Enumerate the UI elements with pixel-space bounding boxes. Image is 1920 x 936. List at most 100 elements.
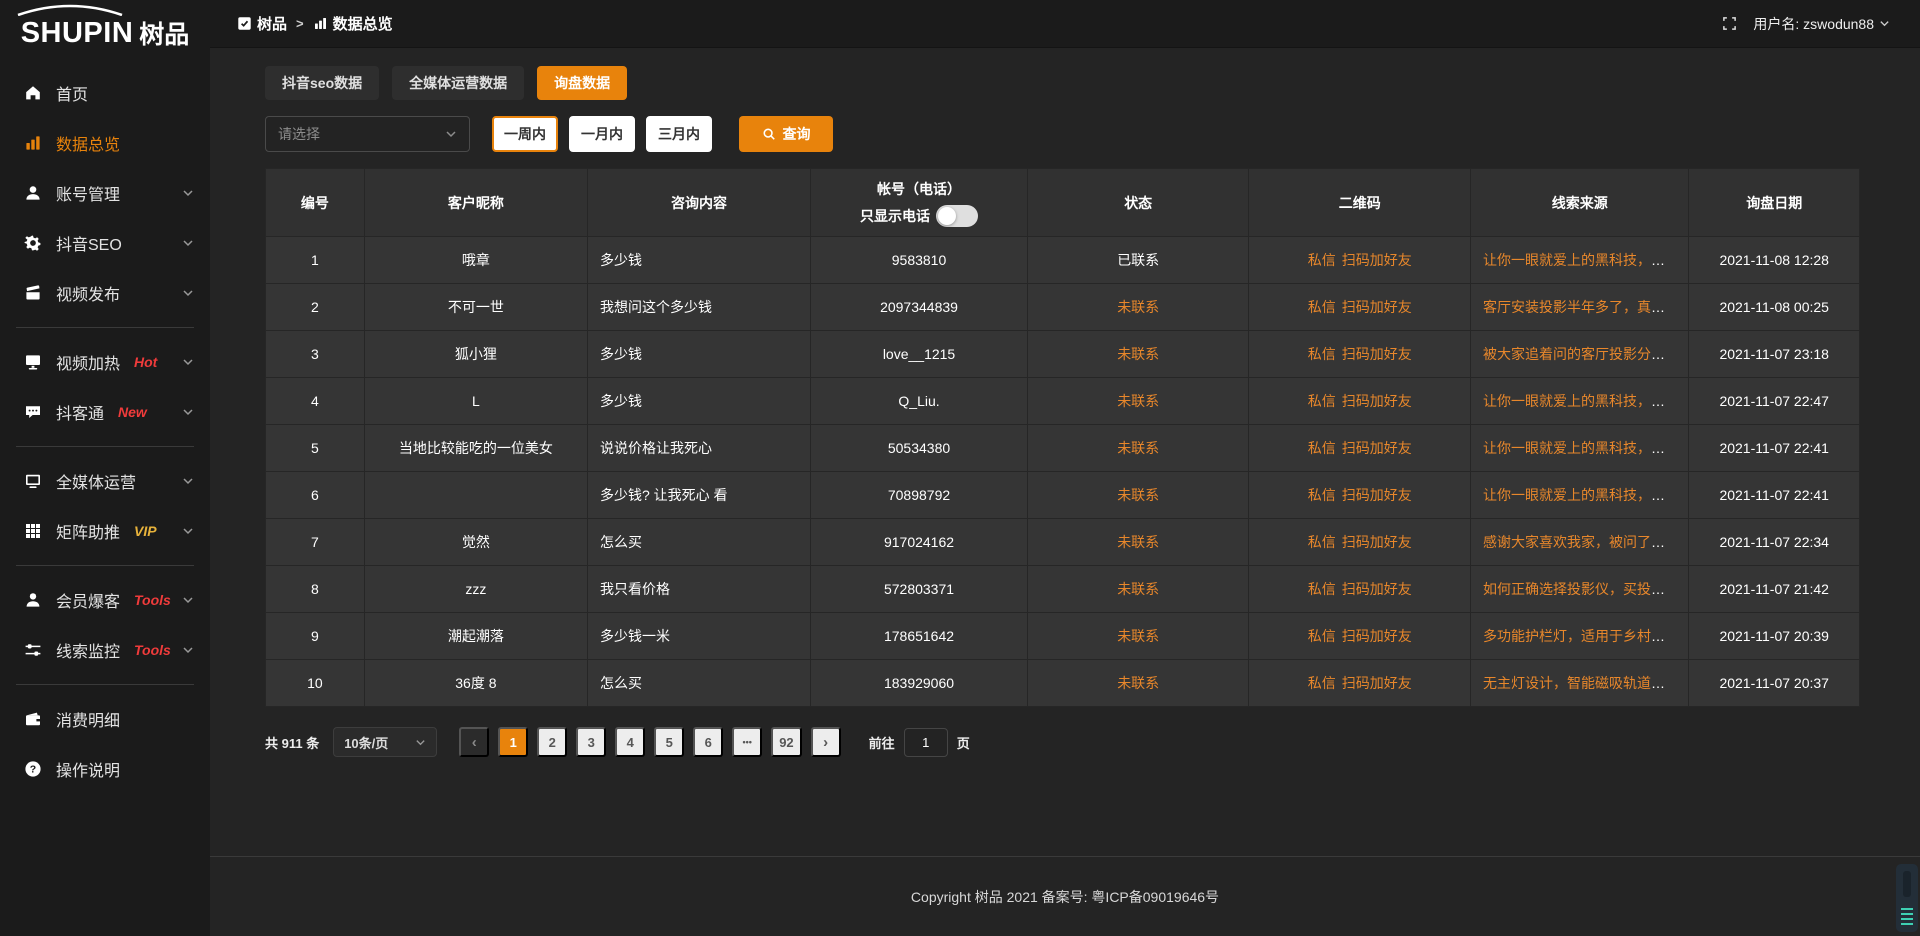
lead-source-link[interactable]: 被大家追着问的客厅投影分享... — [1483, 346, 1677, 362]
sidebar-item-matrix-boost[interactable]: 矩阵助推VIP — [0, 506, 210, 556]
widget-slot — [1903, 871, 1911, 897]
user-menu[interactable]: 用户名: zswodun88 — [1753, 14, 1890, 34]
sidebar-item-help[interactable]: ?操作说明 — [0, 744, 210, 794]
cell-qr: 私信扫码加好友 — [1249, 331, 1471, 378]
lead-source-link[interactable]: 让你一眼就爱上的黑科技，能... — [1483, 440, 1677, 456]
page-button-92[interactable]: 92 — [771, 727, 801, 757]
cell-account: 2097344839 — [811, 284, 1028, 331]
page-button-3[interactable]: 3 — [576, 727, 606, 757]
page-size-select[interactable]: 10条/页 — [333, 727, 437, 757]
private-message-link[interactable]: 私信 — [1308, 393, 1336, 409]
cell-content: 我想问这个多少钱 — [587, 284, 810, 331]
sidebar-item-video-publish[interactable]: 视频发布 — [0, 268, 210, 318]
date-range-button-0[interactable]: 一周内 — [492, 116, 558, 152]
page-button-4[interactable]: 4 — [615, 727, 645, 757]
cell-no: 6 — [266, 472, 365, 519]
tab-inquiry-data[interactable]: 询盘数据 — [537, 66, 627, 100]
scan-add-friend-link[interactable]: 扫码加好友 — [1342, 675, 1412, 691]
breadcrumb-item[interactable]: 数据总览 — [313, 13, 393, 34]
private-message-link[interactable]: 私信 — [1308, 628, 1336, 644]
cell-account: 50534380 — [811, 425, 1028, 472]
page-button-5[interactable]: 5 — [654, 727, 684, 757]
private-message-link[interactable]: 私信 — [1308, 487, 1336, 503]
sidebar-item-media-operation[interactable]: 全媒体运营 — [0, 456, 210, 506]
lead-source-link[interactable]: 客厅安装投影半年多了，真实... — [1483, 299, 1677, 315]
private-message-link[interactable]: 私信 — [1308, 252, 1336, 268]
phone-filter: 只显示电话 — [811, 205, 1027, 227]
column-header-1: 客户昵称 — [364, 169, 587, 237]
breadcrumb-item[interactable]: 树品 — [237, 13, 287, 34]
sidebar-item-douketong[interactable]: 抖客通New — [0, 387, 210, 437]
scan-add-friend-link[interactable]: 扫码加好友 — [1342, 581, 1412, 597]
sidebar-item-label: 全媒体运营 — [56, 469, 136, 493]
sidebar-item-member-burst[interactable]: 会员爆客Tools — [0, 575, 210, 625]
gear-icon — [24, 234, 42, 252]
scan-add-friend-link[interactable]: 扫码加好友 — [1342, 628, 1412, 644]
cell-qr: 私信扫码加好友 — [1249, 425, 1471, 472]
lead-source-link[interactable]: 让你一眼就爱上的黑科技，能... — [1483, 487, 1677, 503]
private-message-link[interactable]: 私信 — [1308, 675, 1336, 691]
private-message-link[interactable]: 私信 — [1308, 534, 1336, 550]
sidebar-item-leads-monitor[interactable]: 线索监控Tools — [0, 625, 210, 675]
page-button-6[interactable]: 6 — [693, 727, 723, 757]
sidebar-item-expense-detail[interactable]: 消费明细 — [0, 694, 210, 744]
cell-qr: 私信扫码加好友 — [1249, 237, 1471, 284]
table-row: 9潮起潮落多少钱一米178651642未联系私信扫码加好友多功能护栏灯，适用于乡… — [266, 613, 1860, 660]
tab-media-operation-data[interactable]: 全媒体运营数据 — [392, 66, 524, 100]
scan-add-friend-link[interactable]: 扫码加好友 — [1342, 487, 1412, 503]
floating-widget[interactable] — [1896, 864, 1918, 932]
cell-no: 2 — [266, 284, 365, 331]
brand-logo[interactable]: SHUPIN 树品 — [0, 0, 210, 58]
phone-only-toggle[interactable] — [936, 205, 978, 227]
goto-page-input[interactable] — [904, 728, 948, 757]
cell-status: 未联系 — [1027, 425, 1249, 472]
scan-add-friend-link[interactable]: 扫码加好友 — [1342, 534, 1412, 550]
cell-status: 未联系 — [1027, 566, 1249, 613]
cell-account: 917024162 — [811, 519, 1028, 566]
scan-add-friend-link[interactable]: 扫码加好友 — [1342, 252, 1412, 268]
private-message-link[interactable]: 私信 — [1308, 440, 1336, 456]
chevron-down-icon — [182, 644, 194, 656]
page-button-2[interactable]: 2 — [537, 727, 567, 757]
tab-douyin-seo-data[interactable]: 抖音seo数据 — [265, 66, 379, 100]
scan-add-friend-link[interactable]: 扫码加好友 — [1342, 346, 1412, 362]
lead-source-link[interactable]: 无主灯设计，智能磁吸轨道灯... — [1483, 675, 1677, 691]
sidebar-item-account-management[interactable]: 账号管理 — [0, 168, 210, 218]
cell-date: 2021-11-07 20:37 — [1689, 660, 1860, 707]
date-range-button-2[interactable]: 三月内 — [646, 116, 712, 152]
prev-page-button[interactable]: ‹ — [459, 727, 489, 757]
scan-add-friend-link[interactable]: 扫码加好友 — [1342, 393, 1412, 409]
date-range-button-1[interactable]: 一月内 — [569, 116, 635, 152]
home-icon — [24, 84, 42, 102]
scan-add-friend-link[interactable]: 扫码加好友 — [1342, 299, 1412, 315]
sidebar-item-label: 视频发布 — [56, 281, 120, 305]
search-button[interactable]: 查询 — [739, 116, 833, 152]
tab-bar: 抖音seo数据全媒体运营数据询盘数据 — [265, 66, 1860, 100]
sidebar-item-douyin-seo[interactable]: 抖音SEO — [0, 218, 210, 268]
scan-add-friend-link[interactable]: 扫码加好友 — [1342, 440, 1412, 456]
private-message-link[interactable]: 私信 — [1308, 581, 1336, 597]
fullscreen-icon[interactable] — [1722, 16, 1737, 31]
filter-select[interactable]: 请选择 — [265, 116, 470, 152]
cell-nickname: 潮起潮落 — [364, 613, 587, 660]
cell-date: 2021-11-07 23:18 — [1689, 331, 1860, 378]
lead-source-link[interactable]: 让你一眼就爱上的黑科技，能... — [1483, 252, 1677, 268]
lead-source-link[interactable]: 让你一眼就爱上的黑科技，能... — [1483, 393, 1677, 409]
lead-source-link[interactable]: 感谢大家喜欢我家，被问了好... — [1483, 534, 1677, 550]
private-message-link[interactable]: 私信 — [1308, 346, 1336, 362]
chevron-down-icon — [445, 128, 457, 140]
private-message-link[interactable]: 私信 — [1308, 299, 1336, 315]
sidebar-item-data-overview[interactable]: 数据总览 — [0, 118, 210, 168]
goto-prefix-label: 前往 — [869, 733, 895, 752]
page-ellipsis-button[interactable]: ••• — [732, 727, 762, 757]
lead-source-link[interactable]: 多功能护栏灯，适用于乡村文... — [1483, 628, 1677, 644]
user-icon — [24, 184, 42, 202]
sidebar-item-home[interactable]: 首页 — [0, 68, 210, 118]
cell-status: 未联系 — [1027, 660, 1249, 707]
next-page-button[interactable]: › — [811, 727, 841, 757]
lead-source-link[interactable]: 如何正确选择投影仪，买投影... — [1483, 581, 1677, 597]
page-button-1[interactable]: 1 — [498, 727, 528, 757]
sidebar-item-video-heat[interactable]: 视频加热Hot — [0, 337, 210, 387]
cell-status: 未联系 — [1027, 472, 1249, 519]
sliders-icon — [24, 641, 42, 659]
